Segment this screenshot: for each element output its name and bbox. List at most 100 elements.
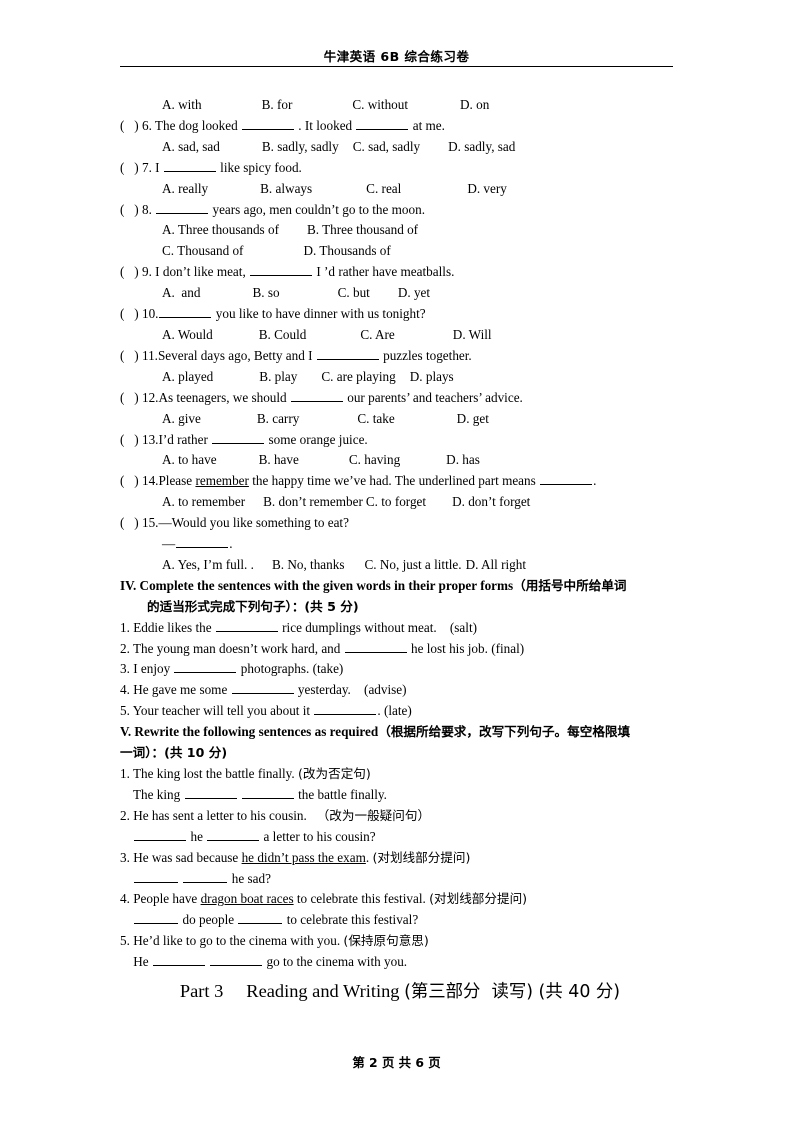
q10-option-b[interactable]: B. Could [259,327,307,342]
q9-blank-1[interactable] [250,263,313,277]
q9-option-a[interactable]: A. and [162,285,200,300]
question-6-options: A. sad, sad B. sadly, sadly C. sad, sadly D… [120,137,680,158]
q12-option-c[interactable]: C. take [357,411,394,426]
s5-item2-blank-2[interactable] [207,828,260,841]
q15-dash: — [162,536,176,552]
q15-option-b[interactable]: B. No, thanks [272,557,345,572]
question-7-options: A. really B. always C. real D. very [120,179,680,200]
section-iv-item-1: 1. Eddie likes the rice dumplings withou… [120,618,680,639]
q12-blank-1[interactable] [290,389,343,402]
section-iv-item-3: 3. I enjoy photographs. (take) [120,659,680,680]
s4-item4-blank[interactable] [231,681,294,695]
q14-option-a[interactable]: A. to remember [162,494,245,509]
q7-option-c[interactable]: C. real [366,181,401,196]
q7-option-d[interactable]: D. very [467,181,507,196]
option-d: D. on [460,97,490,112]
s5-item3-blank-1[interactable] [134,869,179,883]
s4-item2-blank[interactable] [344,639,407,653]
q14-option-c[interactable]: C. to forget [366,494,426,509]
s5-item5-blank-2[interactable] [210,953,263,967]
q10-option-d[interactable]: D. Will [453,327,492,342]
s5-item1-blank-2[interactable] [241,786,294,799]
s5-item1-prompt-cn: (改为否定句) [298,766,371,781]
s5-item4-prompt-pre: 4. People have [120,891,201,907]
q8-option-d[interactable]: D. Thousands of [303,243,390,258]
s5-item5-prompt-cn: (保持原句意思) [343,933,429,949]
s5-item1-ans-mid [238,787,241,802]
question-13-options: A. to have B. have C. having D. has [120,450,680,471]
q10-option-a[interactable]: A. Would [162,327,213,342]
q12-option-a[interactable]: A. give [162,411,201,426]
q8-option-b[interactable]: B. Three thousand of [307,222,418,237]
q6-option-c[interactable]: C. sad, sadly [353,139,420,154]
q11-option-a[interactable]: A. played [162,369,213,384]
q9-option-c[interactable]: C. but [338,285,370,300]
q11-option-c[interactable]: C. are playing [321,369,395,384]
s4-item4-pre: 4. He gave me some [120,682,231,698]
s4-item5-blank[interactable] [314,702,377,716]
q15-option-d[interactable]: D. All right [466,557,526,572]
q9-option-d[interactable]: D. yet [398,285,430,300]
q15-option-c[interactable]: C. No, just a little. [364,557,461,572]
q6-option-b[interactable]: B. sadly, sadly [262,139,339,154]
q9-text-post: I ’d rather have meatballs. [313,264,455,280]
q11-option-d[interactable]: D. plays [410,369,454,384]
s5-item2-ans-post: a letter to his cousin? [260,828,376,844]
q15-option-a[interactable]: A. Yes, I’m full. . [162,557,254,572]
s4-item5-post: . (late) [377,703,412,719]
q11-blank-1[interactable] [316,347,379,360]
q15-blank-1[interactable] [176,535,229,549]
q13-option-b[interactable]: B. have [259,452,299,467]
q11-option-b[interactable]: B. play [259,369,297,384]
q6-option-d[interactable]: D. sadly, sad [448,139,515,154]
q14-option-b[interactable]: B. don’t remember [263,494,363,509]
q8-option-c[interactable]: C. Thousand of [162,243,243,258]
q9-option-b[interactable]: B. so [252,285,279,300]
q8-blank-1[interactable] [156,200,209,214]
s4-item3-post: photographs. (take) [237,661,344,677]
s4-item3-blank[interactable] [174,660,237,674]
s4-item5-pre: 5. Your teacher will tell you about it [120,703,314,719]
q14-blank-1[interactable] [540,472,593,486]
q10-option-c[interactable]: C. Are [360,327,394,342]
q7-blank-1[interactable] [163,159,216,172]
s5-item5-ans-post: go to the cinema with you. [263,954,408,970]
q6-blank-2[interactable] [356,117,409,130]
s5-item2-blank-1[interactable] [134,828,187,841]
q8-option-a[interactable]: A. Three thousands of [162,222,279,237]
section-iv-heading-en: IV. Complete the sentences with the give… [120,577,514,593]
s5-item4-blank-2[interactable] [238,911,283,925]
q13-blank-1[interactable] [212,430,265,444]
q7-option-b[interactable]: B. always [260,181,312,196]
q12-text-post: our parents’ and teachers’ advice. [343,389,523,405]
q14-option-d[interactable]: D. don’t forget [452,494,530,509]
q7-option-a[interactable]: A. really [162,181,208,196]
question-15-answer-line: —. [120,534,680,555]
section-v-item-3-answer: he sad? [120,869,680,890]
section-v-item-4-prompt: 4. People have dragon boat races to cele… [120,889,680,910]
q13-option-a[interactable]: A. to have [162,452,217,467]
s5-item3-blank-2[interactable] [183,869,228,883]
q13-option-c[interactable]: C. having [349,452,400,467]
exam-page: 牛津英语 6B 综合练习卷 A. with B. for C. without D. … [0,0,794,1123]
header-title: 牛津英语 6B 综合练习卷 [323,49,470,64]
option-b: B. for [261,97,293,112]
q6-option-a[interactable]: A. sad, sad [162,139,220,154]
section-iv-heading: IV. Complete the sentences with the give… [120,576,680,597]
q13-option-d[interactable]: D. has [446,452,480,467]
q10-blank-1[interactable] [159,305,212,319]
s5-item4-blank-1[interactable] [134,911,179,925]
q12-option-b[interactable]: B. carry [257,411,299,426]
s5-item2-prompt-en: 2. He has sent a letter to his cousin. [120,807,317,823]
section-v-heading-line2: 一词）：(共 10 分) [120,743,680,764]
section-v-heading-cn-1: （根据所给要求，改写下列句子。每空格限填 [378,724,631,740]
q10-text-pre: ( ) 10. [120,306,159,322]
s4-item1-blank[interactable] [215,619,278,632]
s5-item1-blank-1[interactable] [184,786,237,799]
q6-blank-1[interactable] [242,117,294,130]
s4-item1-post: rice dumplings without meat. (salt) [278,619,478,635]
q12-option-d[interactable]: D. get [457,411,489,426]
exam-content: A. with B. for C. without D. on ( ) 6. The … [120,95,680,973]
question-11-stem: ( ) 11.Several days ago, Betty and I puz… [120,346,680,367]
s5-item5-blank-1[interactable] [152,953,205,967]
